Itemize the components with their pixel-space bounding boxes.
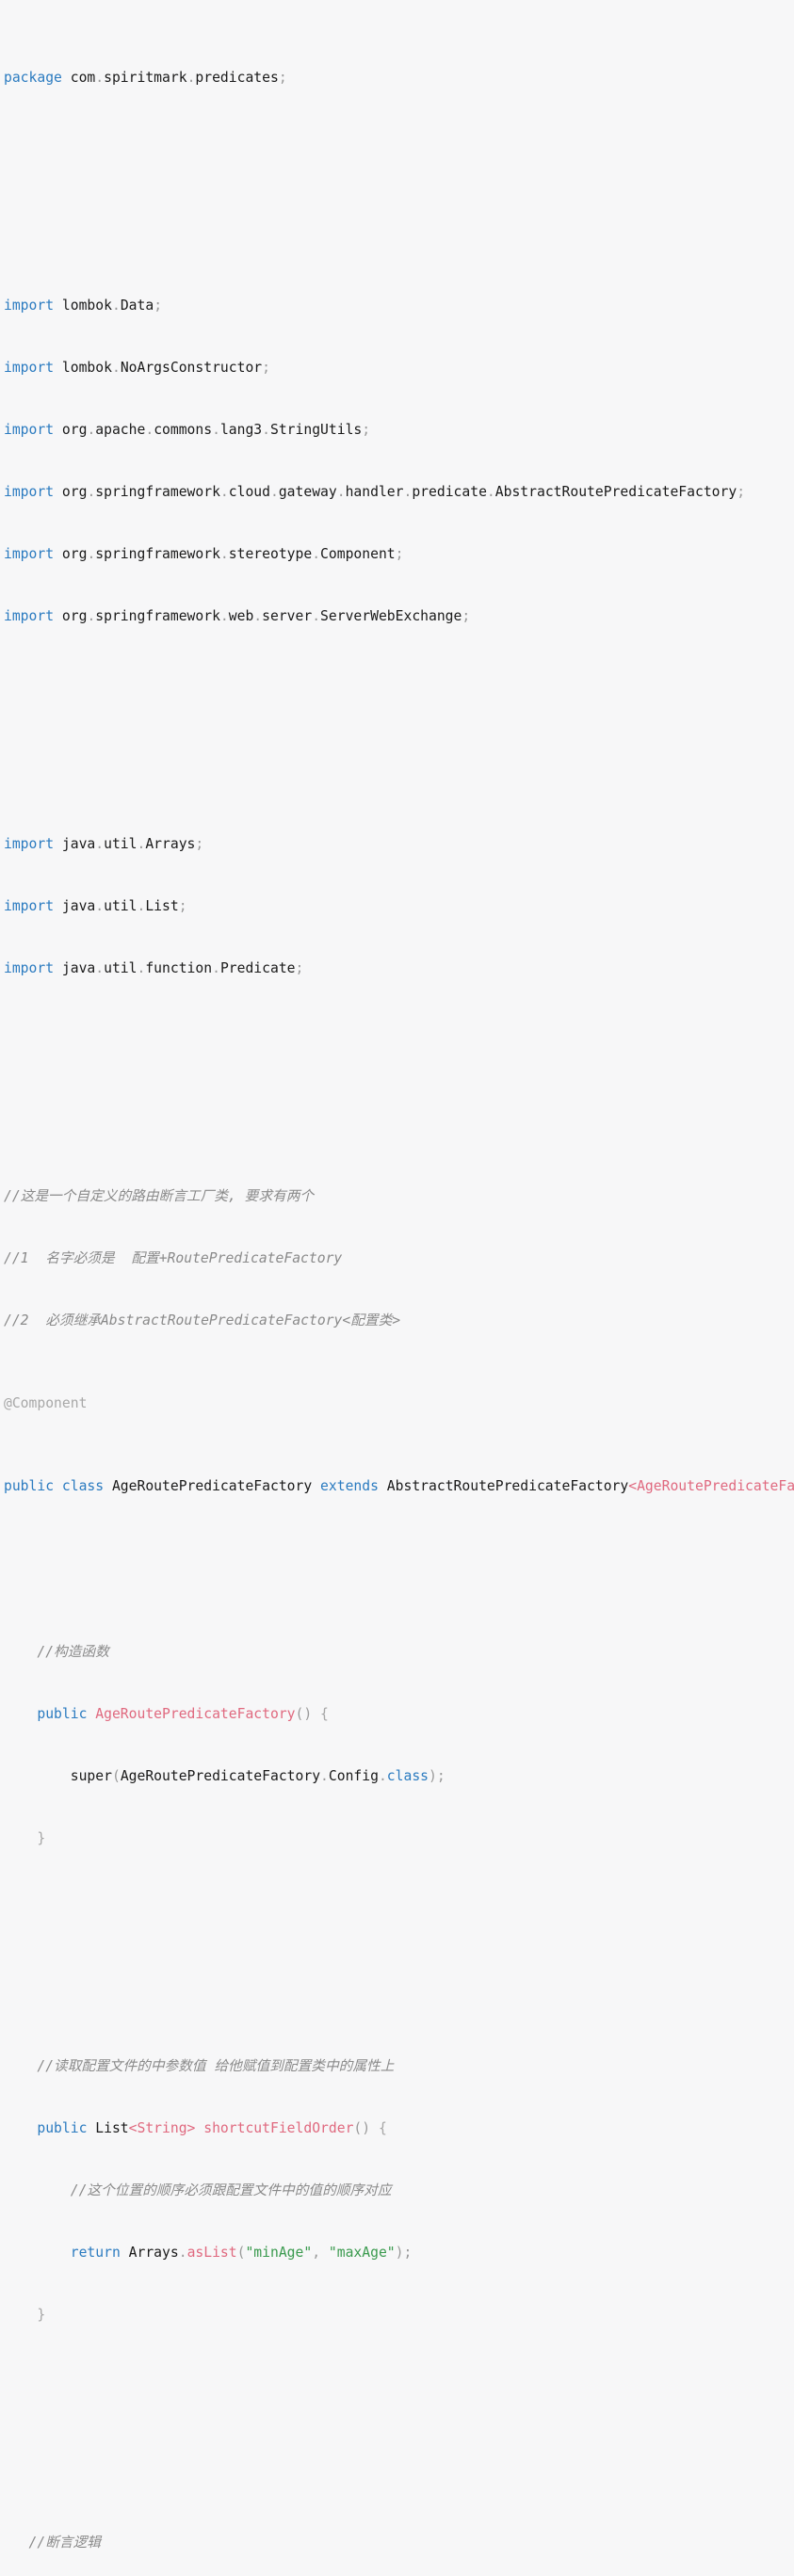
superclass-name: AbstractRoutePredicateFactory [386, 1478, 629, 1494]
comment-text: //这个位置的顺序必须跟配置文件中的值的顺序对应 [70, 2182, 392, 2198]
comment-text: //这是一个自定义的路由断言工厂类, 要求有两个 [4, 1188, 315, 1204]
code-comment-class-doc-1: //1 名字必须是 配置+RoutePredicateFactory [0, 1248, 794, 1269]
code-line-import-list: import java.util.List; [4, 898, 187, 914]
comment-text: //断言逻辑 [28, 2535, 101, 2551]
code-comment-class-doc-0: //这是一个自定义的路由断言工厂类, 要求有两个 [0, 1186, 794, 1207]
code-comment-shortcut-inner: //这个位置的顺序必须跟配置文件中的值的顺序对应 [0, 2181, 794, 2201]
code-line-import-predicate: import java.util.function.Predicate; [4, 960, 304, 976]
code-line-import-arrays: import java.util.Arrays; [4, 836, 204, 852]
code-line-shortcut-close: } [37, 2307, 46, 2323]
class-generic-parameter: <AgeRoutePredicateFactory.Config> [628, 1478, 794, 1494]
annotation-component: @Component [4, 1395, 88, 1411]
code-comment-class-doc-2: //2 必须继承AbstractRoutePredicateFactory<配置… [0, 1311, 794, 1331]
code-line-import-stringutils: import org.apache.commons.lang3.StringUt… [4, 422, 371, 438]
code-comment-shortcut-field-order: //读取配置文件的中参数值 给他赋值到配置类中的属性上 [0, 2056, 794, 2077]
class-name: AgeRoutePredicateFactory [111, 1478, 313, 1494]
code-line-import-serverwebexchange: import org.springframework.web.server.Se… [4, 608, 471, 624]
code-line-shortcut-signature: public List<String> shortcutFieldOrder()… [37, 2120, 387, 2136]
code-line-import-abstractroutepredicatefactory: import org.springframework.cloud.gateway… [4, 484, 746, 500]
code-line-package: package com.spiritmark.predicates; [4, 70, 287, 86]
code-line-constructor-super: super(AgeRoutePredicateFactory.Config.cl… [70, 1768, 446, 1784]
code-comment-constructor: //构造函数 [0, 1642, 794, 1663]
code-line-shortcut-return: return Arrays.asList("minAge", "maxAge")… [70, 2245, 413, 2261]
comment-text: //读取配置文件的中参数值 给他赋值到配置类中的属性上 [37, 2058, 395, 2074]
comment-text: //构造函数 [37, 1644, 109, 1660]
code-line-constructor-close: } [37, 1830, 46, 1846]
extends-keyword: extends [320, 1478, 379, 1494]
comment-text: //1 名字必须是 配置+RoutePredicateFactory [4, 1250, 343, 1266]
code-comment-apply: //断言逻辑 [0, 2533, 794, 2553]
code-line-constructor-signature: public AgeRoutePredicateFactory() { [37, 1706, 329, 1722]
code-line-import-component: import org.springframework.stereotype.Co… [4, 546, 404, 562]
code-line-import-lombok-data: import lombok.Data; [4, 298, 163, 314]
comment-text: //2 必须继承AbstractRoutePredicateFactory<配置… [4, 1312, 401, 1328]
code-line-class-declaration: public class AgeRoutePredicateFactory ex… [0, 1476, 794, 1497]
code-line-annotation-component: @Component [0, 1393, 794, 1414]
code-editor-content[interactable]: package com.spiritmark.predicates; impor… [0, 0, 794, 2576]
code-line-import-lombok-noargs: import lombok.NoArgsConstructor; [4, 360, 270, 376]
